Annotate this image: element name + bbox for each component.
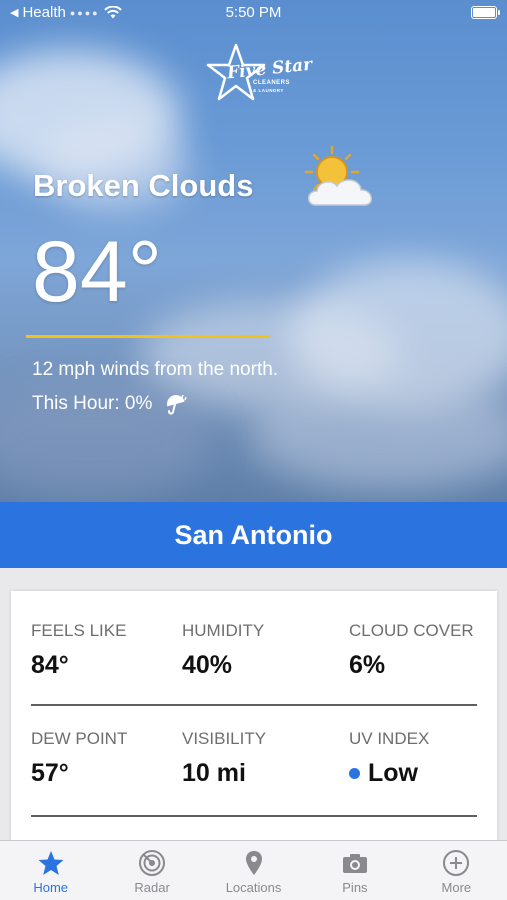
metric-label: FEELS LIKE bbox=[31, 621, 127, 640]
tab-pins[interactable]: Pins bbox=[304, 841, 405, 900]
metric-value: 84° bbox=[31, 651, 69, 679]
tab-home[interactable]: Home bbox=[0, 841, 101, 900]
tab-label: Radar bbox=[134, 880, 170, 895]
metric-label: DEW POINT bbox=[31, 729, 128, 748]
location-name: San Antonio bbox=[174, 519, 333, 550]
sun-behind-cloud-icon bbox=[304, 145, 372, 206]
background-cloud bbox=[250, 380, 507, 490]
radar-icon bbox=[139, 850, 166, 876]
accent-divider bbox=[26, 335, 270, 338]
metric-uv-index: UV INDEX Low bbox=[349, 729, 429, 788]
hero-panel: ◀ Health ●●●● 5:50 PM Five Star CLEANERS… bbox=[0, 0, 507, 502]
status-bar: ◀ Health ●●●● 5:50 PM bbox=[0, 0, 507, 26]
wind-text: 12 mph winds from the north. bbox=[32, 359, 279, 380]
umbrella-rain-icon bbox=[167, 394, 188, 415]
tab-more[interactable]: More bbox=[406, 841, 507, 900]
metrics-row: DEW POINT 57° VISIBILITY 10 mi UV INDEX … bbox=[31, 711, 477, 817]
temperature: 84° bbox=[32, 224, 163, 320]
camera-icon bbox=[342, 854, 367, 873]
metric-value: Low bbox=[368, 759, 418, 787]
metric-label: VISIBILITY bbox=[182, 729, 267, 748]
brand-logo: Five Star CLEANERS & LAUNDRY bbox=[205, 42, 315, 104]
metric-value: 6% bbox=[349, 651, 386, 679]
metric-label: CLOUD COVER bbox=[349, 621, 474, 640]
metric-value: 40% bbox=[182, 651, 233, 679]
precip-row: This Hour: 0% bbox=[32, 393, 188, 415]
logo-tagline-line-1: CLEANERS bbox=[253, 80, 291, 86]
metric-value-row: Low bbox=[349, 759, 429, 788]
tab-label: More bbox=[441, 880, 472, 895]
logo-tagline-line-2: & LAUNDRY bbox=[253, 88, 284, 93]
tab-label: Pins bbox=[342, 880, 368, 895]
metrics-row: FEELS LIKE 84° HUMIDITY 40% CLOUD COVER … bbox=[31, 603, 477, 706]
metric-label: HUMIDITY bbox=[182, 621, 265, 640]
uv-level-dot bbox=[349, 768, 360, 779]
precip-text: This Hour: 0% bbox=[32, 393, 153, 414]
location-header[interactable]: San Antonio bbox=[0, 502, 507, 568]
metric-value: 57° bbox=[31, 759, 69, 787]
metric-visibility: VISIBILITY 10 mi bbox=[182, 729, 266, 788]
tab-label: Locations bbox=[225, 880, 282, 895]
tab-locations[interactable]: Locations bbox=[203, 841, 304, 900]
conditions-card: FEELS LIKE 84° HUMIDITY 40% CLOUD COVER … bbox=[11, 591, 497, 851]
metric-humidity: HUMIDITY 40% bbox=[182, 621, 264, 680]
tab-label: Home bbox=[33, 880, 69, 895]
condition-text: Broken Clouds bbox=[33, 168, 254, 203]
plus-circle-icon bbox=[443, 850, 470, 876]
metric-value: 10 mi bbox=[182, 759, 246, 787]
tab-radar[interactable]: Radar bbox=[101, 841, 202, 900]
metric-cloud-cover: CLOUD COVER 6% bbox=[349, 621, 474, 680]
status-time: 5:50 PM bbox=[225, 4, 282, 21]
location-pin-icon bbox=[245, 851, 262, 875]
metric-feels-like: FEELS LIKE 84° bbox=[31, 621, 126, 680]
logo-tagline: CLEANERS & LAUNDRY bbox=[253, 80, 290, 94]
star-icon bbox=[38, 851, 64, 875]
metric-dew-point: DEW POINT 57° bbox=[31, 729, 127, 788]
metric-label: UV INDEX bbox=[349, 729, 430, 748]
battery-icon bbox=[471, 6, 500, 19]
tab-bar: Home Radar Locations Pins More bbox=[0, 840, 507, 900]
